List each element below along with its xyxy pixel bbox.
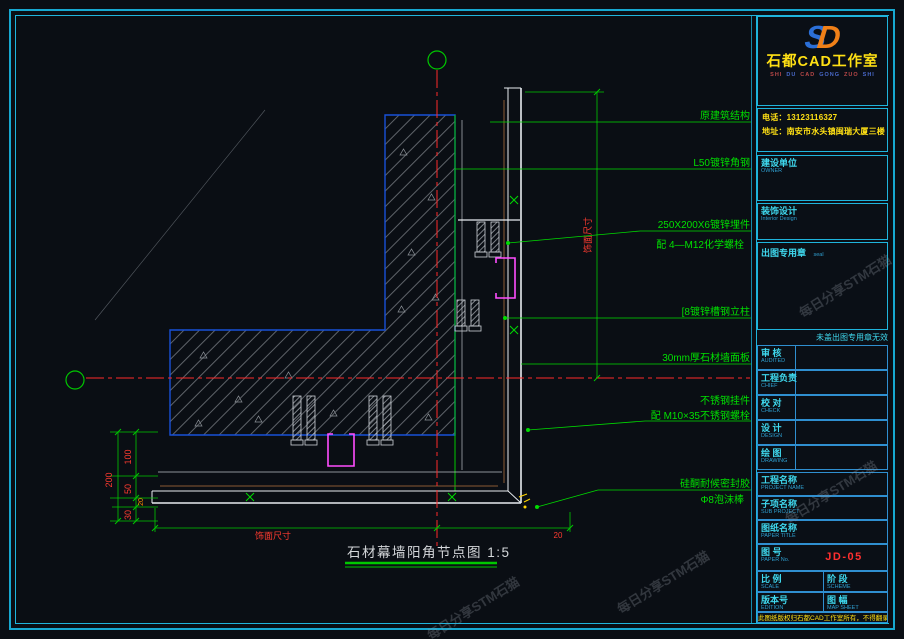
studio-phone: 电话：13123116327 — [758, 109, 887, 123]
seal-label: 出图专用章 — [758, 246, 806, 258]
studio-address: 地址：南安市水头镇闽瑞大厦三楼 — [758, 123, 887, 137]
titleblock-separator — [751, 16, 752, 623]
drawing-no-value: JD-05 — [802, 551, 886, 563]
drawing-no-box: 图 号 PAPER No. JD-05 — [757, 544, 888, 571]
sign-row-check: 校 对CHECK — [757, 395, 888, 420]
owner-label: 建设单位 — [758, 156, 887, 168]
sign-row-audit: 审 核AUDITED — [757, 345, 888, 370]
design-label: 装饰设计 — [758, 204, 887, 216]
phase-cell: 阶 段SCHEME — [824, 572, 890, 591]
design-label-en: Interior Design — [758, 216, 887, 222]
seal-label-en: seal — [810, 252, 823, 258]
sign-row-drawing: 绘 图DRAWING — [757, 445, 888, 470]
studio-name: 石都CAD工作室 — [758, 54, 887, 70]
owner-box: 建设单位 OWNER — [757, 155, 888, 201]
studio-logo: SD — [803, 20, 842, 54]
paper-title-box: 图纸名称PAPER TITLE — [757, 520, 888, 544]
edition-cell: 版本号EDITION — [758, 593, 824, 611]
edition-sheet-row: 版本号EDITION 图 幅MAP SHEET — [757, 592, 888, 612]
copyright-note: 此图纸版权归石都CAD工作室所有，不得翻录。 — [757, 612, 888, 623]
studio-contact-box: 电话：13123116327 地址：南安市水头镇闽瑞大厦三楼 — [757, 108, 888, 152]
cad-sheet: 200 100 50 20 30 饰面尺寸 20 — [0, 0, 904, 639]
owner-label-en: OWNER — [758, 168, 887, 174]
studio-pinyin: SHIDUCADGONGZUOSHI — [758, 72, 887, 78]
seal-note: 未盖出图专用章无效 — [757, 332, 892, 343]
project-name-box: 工程名称PROJECT NAME — [757, 472, 888, 496]
subproject-name-box: 子项名称SUB PROJECT — [757, 496, 888, 520]
scale-phase-row: 比 例SCALE 阶 段SCHEME — [757, 571, 888, 592]
design-box: 装饰设计 Interior Design — [757, 203, 888, 240]
sign-row-design: 设 计DESIGN — [757, 420, 888, 445]
sign-row-chief: 工程负责CHIEF — [757, 370, 888, 395]
logo-letter-d: D — [815, 19, 842, 55]
scale-cell: 比 例SCALE — [758, 572, 824, 591]
seal-box: 出图专用章 seal — [757, 242, 888, 330]
sheetsize-cell: 图 幅MAP SHEET — [824, 593, 890, 611]
title-block: SD 石都CAD工作室 SHIDUCADGONGZUOSHI 电话：131231… — [756, 16, 889, 623]
studio-logo-box: SD 石都CAD工作室 SHIDUCADGONGZUOSHI — [757, 16, 888, 106]
